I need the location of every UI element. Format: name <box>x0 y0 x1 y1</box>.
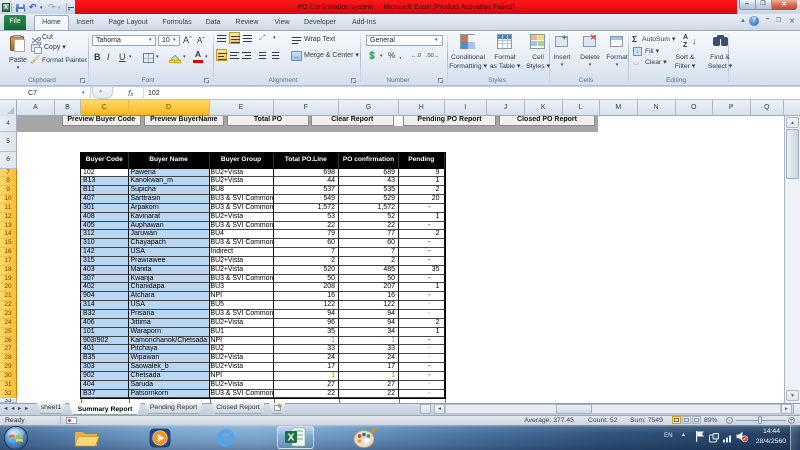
svg-text:X: X <box>288 433 295 444</box>
